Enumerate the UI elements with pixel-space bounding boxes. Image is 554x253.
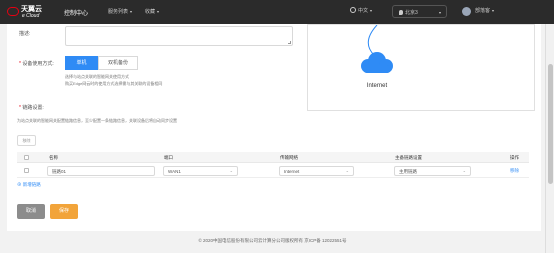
column-name: 名称	[49, 155, 58, 160]
role-select[interactable]: 主用链路 ⌄	[394, 166, 471, 176]
brand-logo[interactable]: 天翼云 e Cloud	[7, 3, 45, 21]
console-title[interactable]: 控制中心	[64, 8, 88, 17]
column-network: 传输网络	[280, 155, 298, 160]
link-table-header: 名称 端口 传输网络 主备链路设置 操作	[17, 152, 529, 163]
connection-line	[367, 25, 378, 56]
mode-single-button[interactable]: 单机	[65, 56, 98, 70]
chevron-down-icon: ⌄	[229, 168, 233, 173]
chevron-down-icon: ▾	[370, 8, 373, 13]
column-action: 操作	[510, 155, 519, 160]
page-scrollbar[interactable]	[545, 24, 554, 253]
column-port: 端口	[164, 155, 173, 160]
internet-cloud-icon	[361, 52, 393, 73]
region-selector[interactable]: 北京3 ▾	[392, 5, 447, 18]
network-select[interactable]: Internet ⌄	[279, 166, 354, 176]
globe-icon	[350, 7, 356, 13]
port-select[interactable]: WAN1 ⌄	[163, 166, 238, 176]
remove-row-link[interactable]: 移除	[510, 168, 519, 174]
chevron-down-icon: ▾	[157, 9, 160, 14]
language-switcher[interactable]: 中文 ▾	[350, 7, 372, 14]
add-link-button[interactable]: ⊕ 新增链路	[17, 182, 41, 188]
chevron-down-icon: ▾	[492, 8, 495, 13]
chevron-down-icon: ⌄	[462, 168, 466, 173]
chevron-down-icon: ▾	[130, 9, 133, 14]
resize-handle-icon[interactable]	[288, 41, 291, 44]
remove-selected-button[interactable]: 移除	[17, 135, 36, 146]
description-textarea[interactable]	[65, 26, 293, 46]
brand-name-en: e Cloud	[22, 13, 40, 19]
chevron-down-icon: ⌄	[345, 168, 349, 173]
link-settings-hint: 为站点关联的智能网关配置链路信息，至少配置一条链路信息，关联设备后将自动同步设置	[17, 118, 177, 123]
select-all-checkbox[interactable]	[24, 155, 29, 160]
table-row: 链路01 WAN1 ⌄ Internet ⌄ 主用链路 ⌄ 移除	[17, 164, 529, 178]
save-button[interactable]: 保存	[50, 204, 78, 219]
device-mode-label: * 设备使用方式:	[19, 61, 54, 67]
topology-diagram-svg: Internet	[361, 25, 393, 89]
cloud-logo-icon	[7, 7, 19, 16]
topology-diagram: Internet	[307, 24, 535, 111]
form-panel: 描述: * 设备使用方式: 单机 双机备份 选择与站点关联的智能网关使用方式 购…	[7, 24, 541, 231]
row-checkbox[interactable]	[24, 168, 29, 173]
scrollbar-thumb[interactable]	[548, 64, 553, 184]
link-name-input[interactable]: 链路01	[47, 166, 155, 176]
description-label: 描述:	[19, 31, 31, 37]
nav-favorites[interactable]: 收藏 ▾	[145, 8, 159, 15]
location-pin-icon	[399, 10, 403, 15]
mode-dual-button[interactable]: 双机备份	[98, 56, 138, 70]
device-mode-hint-1: 选择与站点关联的智能网关使用方式	[65, 74, 129, 79]
cancel-button[interactable]: 取消	[17, 204, 45, 219]
internet-label: Internet	[367, 83, 388, 89]
link-settings-label: * 链路设置:	[19, 105, 44, 111]
device-mode-hint-2: 购买Edge网云时的使用方式选择需与其关联的设备相同	[65, 81, 163, 86]
nav-service-list[interactable]: 服务列表 ▾	[108, 8, 132, 15]
column-role: 主备链路设置	[395, 155, 422, 160]
avatar[interactable]	[462, 7, 471, 16]
top-navbar: 天翼云 e Cloud 控制中心 服务列表 ▾ 收藏 ▾ 中文 ▾ 北京3 ▾ 部落客 ▾	[0, 0, 554, 24]
user-menu[interactable]: 部落客 ▾	[475, 7, 494, 14]
footer-copyright: © 2020中国电信股份有限公司云计算分公司版权所有 京ICP备 1202255…	[198, 238, 347, 243]
chevron-down-icon: ▾	[438, 10, 441, 15]
